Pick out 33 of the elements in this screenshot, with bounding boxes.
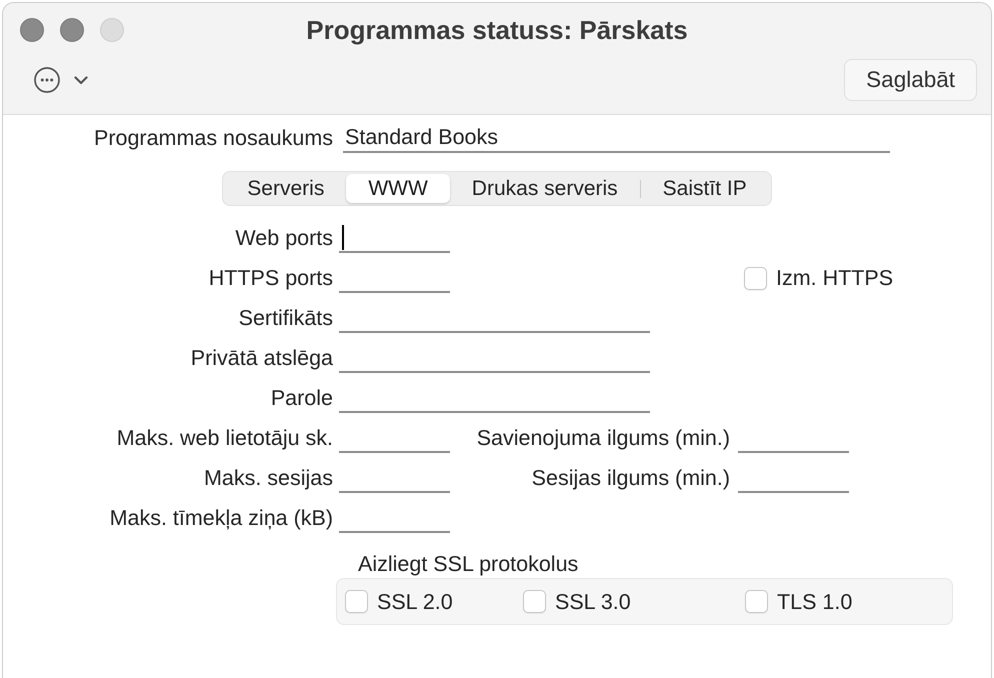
checkbox-label[interactable]: SSL 3.0 — [555, 590, 631, 614]
checkbox[interactable] — [523, 590, 546, 613]
checkbox-label[interactable]: SSL 2.0 — [377, 590, 453, 614]
field-label: Maks. tīmekļa ziņa (kB) — [110, 506, 333, 530]
tab[interactable]: Drukas serveris — [450, 174, 640, 203]
group-title: Aizliegt SSL protokolus — [358, 552, 578, 576]
field-label: Programmas nosaukums — [94, 126, 333, 150]
field-label: HTTPS ports — [208, 266, 333, 290]
save-button[interactable]: Saglabāt — [844, 59, 977, 101]
tab[interactable]: Saistīt IP — [640, 174, 769, 203]
checkbox-label[interactable]: Izm. HTTPS — [776, 266, 894, 290]
input-field[interactable] — [339, 223, 450, 253]
checkbox[interactable] — [744, 266, 767, 290]
tab[interactable]: WWW — [346, 174, 450, 203]
tab[interactable]: Serveris — [225, 174, 346, 203]
text-cursor-icon — [342, 224, 344, 250]
field-label: Maks. web lietotāju sk. — [116, 426, 333, 450]
field-label: Savienojuma ilgums (min.) — [476, 426, 730, 450]
field-label: Web ports — [235, 226, 333, 250]
field-label: Privātā atslēga — [190, 346, 333, 370]
close-button[interactable] — [20, 18, 44, 42]
checkbox[interactable] — [745, 590, 768, 613]
field-label: Parole — [270, 386, 333, 410]
chevron-down-icon[interactable] — [74, 76, 88, 84]
field-label: Maks. sesijas — [204, 466, 333, 490]
checkbox-label[interactable]: TLS 1.0 — [777, 590, 852, 614]
minimize-button[interactable] — [60, 18, 84, 42]
checkbox[interactable] — [345, 590, 368, 613]
field-label: Sesijas ilgums (min.) — [532, 466, 730, 490]
window-title: Programmas statuss: Pārskats — [306, 15, 688, 45]
ellipsis-circle-icon[interactable] — [34, 67, 60, 93]
text-field[interactable]: Standard Books — [343, 123, 890, 153]
field-label: Sertifikāts — [238, 306, 333, 330]
